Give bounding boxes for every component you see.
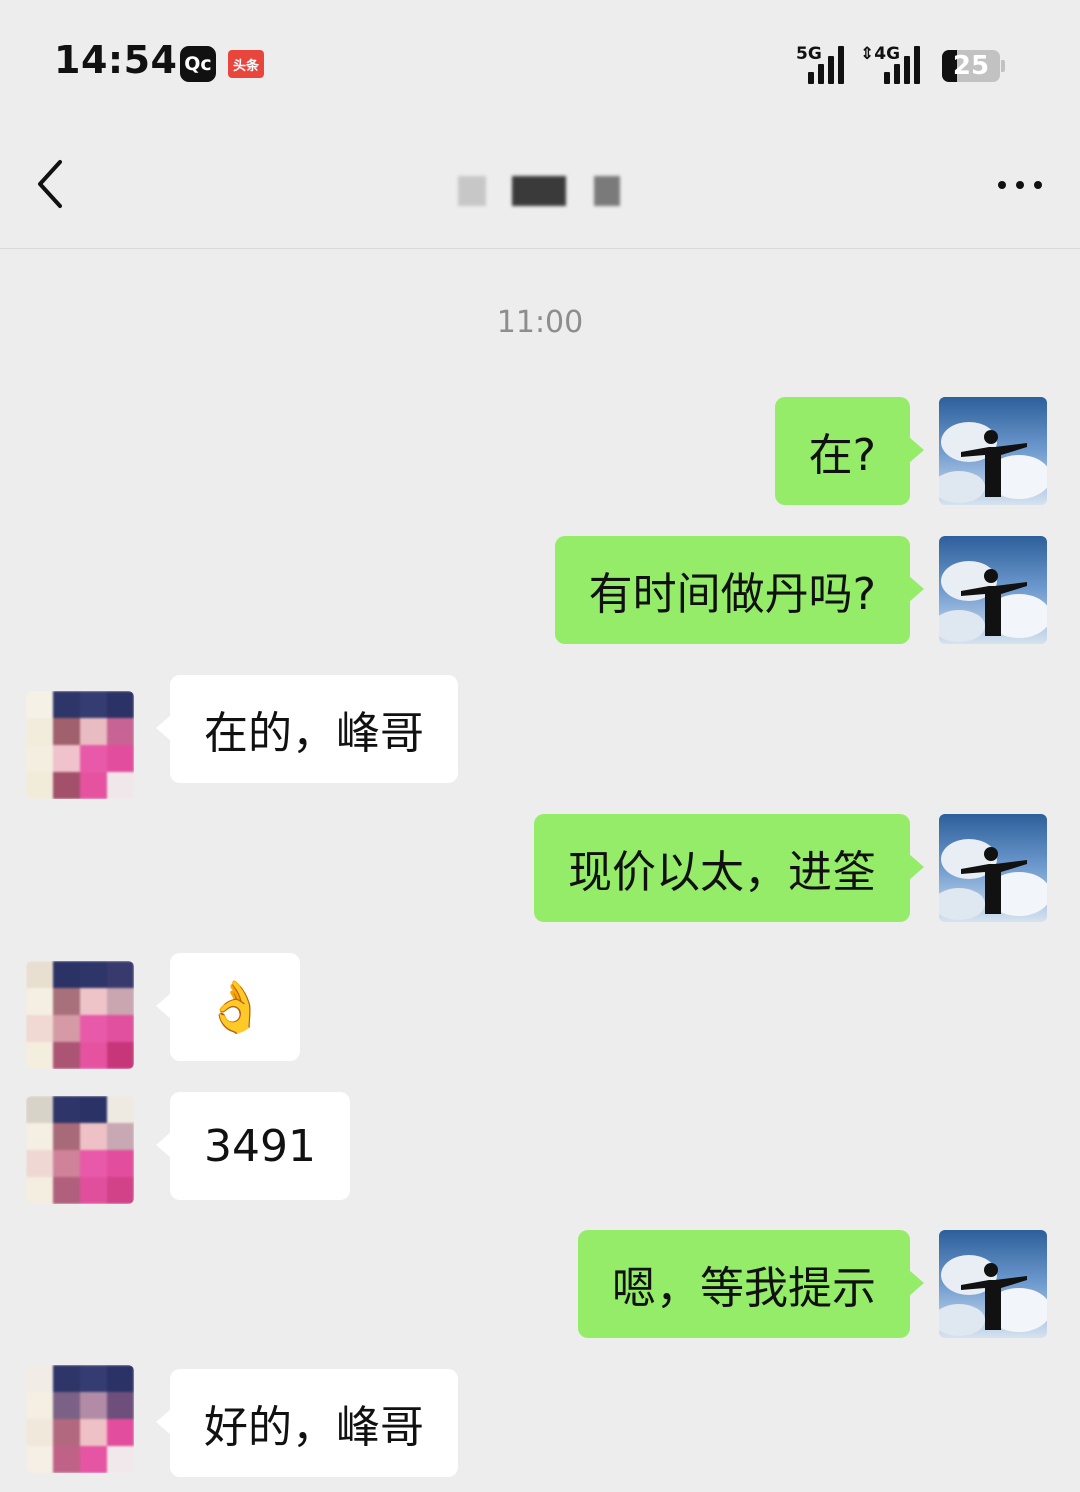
more-options-button[interactable] xyxy=(992,166,1052,206)
message-bubble-self[interactable]: 现价以太，进筌 xyxy=(534,814,924,922)
chat-timestamp: 11:00 xyxy=(496,305,584,340)
message-bubble-other[interactable]: 在的，峰哥 xyxy=(156,675,458,783)
message-bubble-other[interactable]: 👌 xyxy=(155,953,301,1061)
message-bubble-self[interactable]: 有时间做丹吗? xyxy=(554,536,925,644)
chat-title-redacted xyxy=(456,176,626,210)
message-row: 👌 xyxy=(0,953,1080,1069)
silhouette-avatar-icon xyxy=(939,536,1047,644)
message-row: 在的，峰哥 xyxy=(0,675,1080,799)
avatar-other-pixelated[interactable] xyxy=(26,691,134,799)
ok-hand-emoji: 👌 xyxy=(204,978,267,1036)
chat-header xyxy=(0,130,1080,249)
avatar-other-pixelated[interactable] xyxy=(26,1365,134,1473)
silhouette-avatar-icon xyxy=(939,397,1047,505)
message-row: 好的，峰哥 xyxy=(0,1365,1080,1477)
message-row: 现价以太，进筌 xyxy=(0,814,1080,922)
avatar-self[interactable] xyxy=(939,814,1047,922)
signal-5g-icon: 5G xyxy=(796,44,848,84)
message-bubble-self[interactable]: 在? xyxy=(774,397,925,505)
message-row: 3491 xyxy=(0,1092,1080,1204)
signal-4g-icon: ⇕4G xyxy=(860,44,926,84)
avatar-self[interactable] xyxy=(939,536,1047,644)
message-row: 嗯，等我提示 xyxy=(0,1230,1080,1338)
avatar-other-pixelated[interactable] xyxy=(26,961,134,1069)
qc-app-icon: Qc xyxy=(180,46,216,82)
avatar-other-pixelated[interactable] xyxy=(26,1096,134,1204)
avatar-self[interactable] xyxy=(939,397,1047,505)
message-row: 在? xyxy=(0,397,1080,505)
status-bar: 14:54 Qc 头条 5G ⇕4G 25 xyxy=(0,0,1080,130)
battery-level: 25 xyxy=(952,51,990,81)
message-bubble-other[interactable]: 好的，峰哥 xyxy=(156,1369,458,1477)
status-time: 14:54 xyxy=(54,38,178,82)
back-button[interactable] xyxy=(28,154,78,218)
battery-tip xyxy=(1001,60,1005,72)
message-bubble-self[interactable]: 嗯，等我提示 xyxy=(578,1230,924,1338)
silhouette-avatar-icon xyxy=(939,1230,1047,1338)
avatar-self[interactable] xyxy=(939,1230,1047,1338)
message-bubble-other[interactable]: 3491 xyxy=(156,1092,350,1200)
chevron-left-icon xyxy=(38,160,62,208)
message-row: 有时间做丹吗? xyxy=(0,536,1080,644)
silhouette-avatar-icon xyxy=(939,814,1047,922)
toutiao-icon: 头条 xyxy=(228,50,264,78)
battery-icon: 25 xyxy=(942,50,1000,82)
